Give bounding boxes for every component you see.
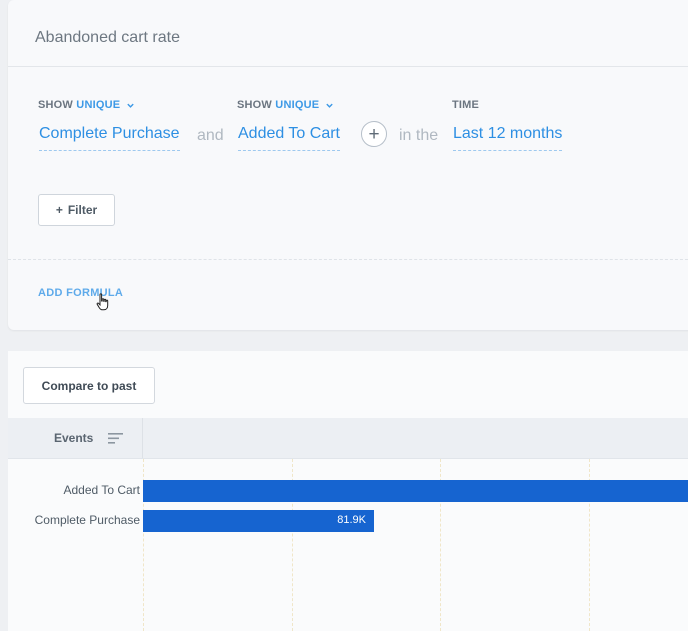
compare-to-past-button[interactable]: Compare to past — [23, 367, 155, 404]
time-range-chip[interactable]: Last 12 months — [453, 125, 563, 151]
title-divider — [8, 66, 688, 67]
results-card: Compare to past Events Added To Cart Comp… — [8, 351, 688, 631]
hand-pointer-cursor-icon — [96, 293, 109, 311]
plus-icon: + — [55, 203, 63, 217]
measure1-prefix: SHOW — [38, 99, 74, 111]
bar-value-label: 81.9K — [337, 514, 366, 526]
formula-divider — [8, 259, 688, 260]
chevron-down-icon — [325, 103, 333, 108]
chevron-down-icon — [126, 103, 134, 108]
measure1-mode: UNIQUE — [76, 99, 121, 111]
add-measure-button[interactable]: + — [361, 121, 387, 147]
column-separator — [142, 418, 143, 458]
time-label: TIME — [452, 99, 480, 111]
measure2-prefix: SHOW — [237, 99, 273, 111]
measure2-mode: UNIQUE — [275, 99, 320, 111]
sort-lines-icon[interactable] — [108, 433, 123, 444]
plus-icon: + — [368, 123, 380, 145]
bar-category-label: Complete Purchase — [34, 513, 140, 527]
measure2-mode-selector[interactable]: SHOW UNIQUE — [237, 99, 334, 111]
measure1-mode-selector[interactable]: SHOW UNIQUE — [38, 99, 135, 111]
add-formula-link[interactable]: ADD FORMULA — [38, 287, 123, 299]
query-builder-card: Abandoned cart rate SHOW UNIQUE Complete… — [8, 0, 688, 330]
table-header: Events — [8, 418, 688, 459]
filter-button-label: Filter — [67, 203, 98, 217]
report-title[interactable]: Abandoned cart rate — [35, 29, 180, 47]
add-filter-button[interactable]: + Filter — [38, 194, 115, 226]
in-the-joiner: in the — [399, 127, 439, 144]
events-column-header[interactable]: Events — [54, 431, 93, 445]
measure2-event-chip[interactable]: Added To Cart — [238, 125, 340, 151]
bar[interactable] — [143, 480, 688, 502]
bar-chart: Added To Cart Complete Purchase 81.9K — [8, 459, 688, 631]
measure1-event-chip[interactable]: Complete Purchase — [39, 125, 180, 151]
bar-category-label: Added To Cart — [63, 483, 141, 497]
and-joiner: and — [197, 127, 224, 144]
